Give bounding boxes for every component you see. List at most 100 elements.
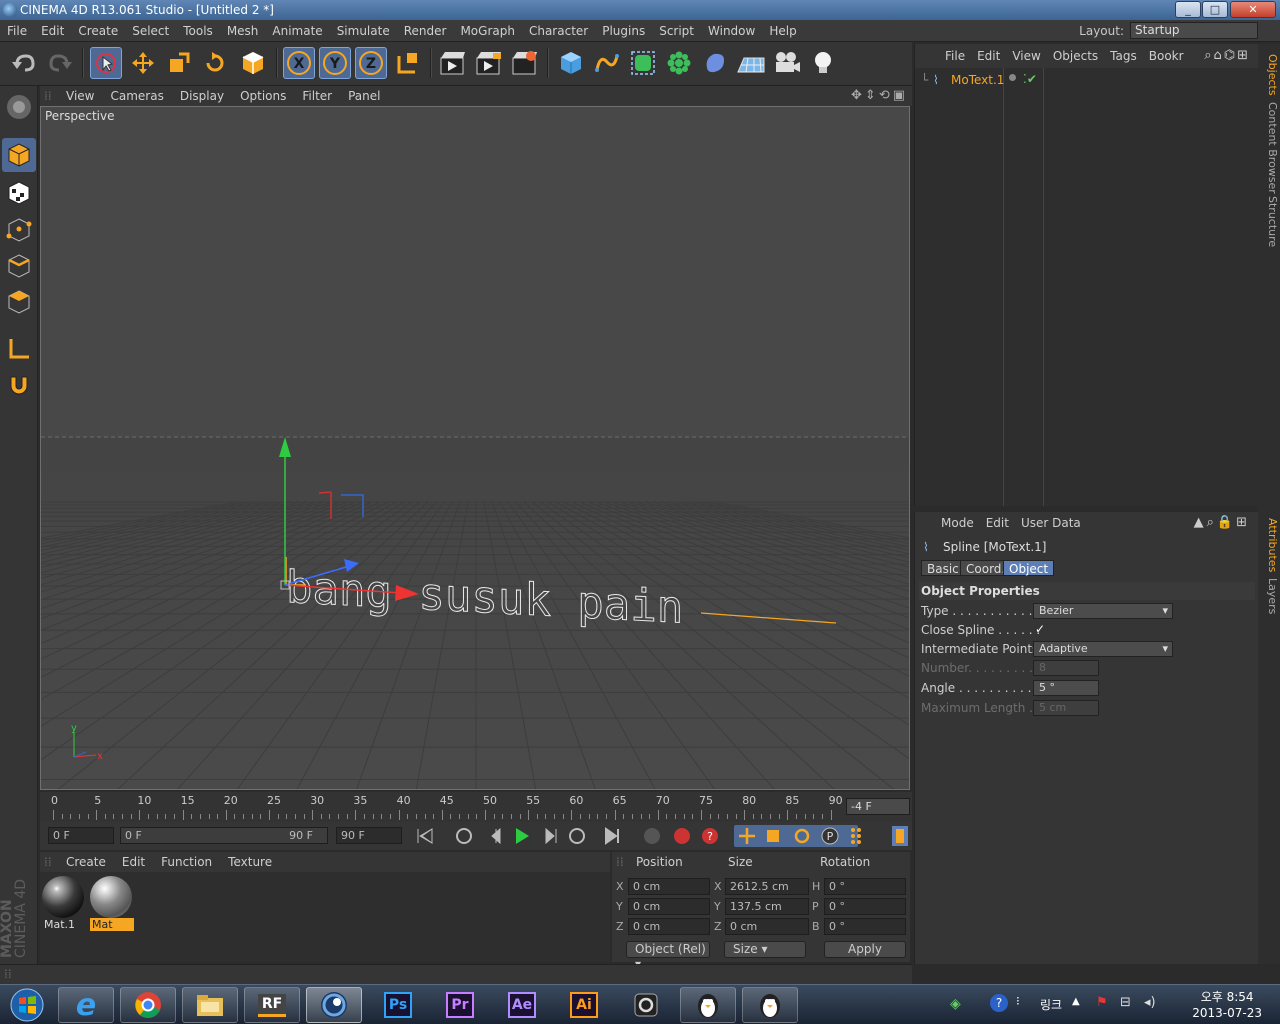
cinema4d-taskbar-icon[interactable] xyxy=(306,987,362,1023)
light-icon[interactable] xyxy=(807,47,839,79)
chrome-icon[interactable] xyxy=(120,987,176,1023)
realflow-icon[interactable]: RF xyxy=(244,987,300,1023)
polygons-mode-icon[interactable] xyxy=(2,285,36,319)
redo-icon[interactable] xyxy=(44,47,76,79)
move-icon[interactable] xyxy=(127,47,159,79)
workplane-axis-icon[interactable] xyxy=(2,332,36,366)
menu-select[interactable]: Select xyxy=(125,24,176,38)
side-tab-attributes[interactable]: Attributes xyxy=(1259,518,1279,572)
menu-render[interactable]: Render xyxy=(397,24,454,38)
system-clock[interactable]: 오후 8:54 2013-07-23 xyxy=(1192,989,1262,1021)
panel-grip-icon[interactable]: ⁞⁞ xyxy=(616,855,624,869)
network-status-icon[interactable]: ⊟ xyxy=(1120,995,1131,1010)
material-item[interactable]: Mat.1 xyxy=(42,876,86,932)
render-picture-viewer-icon[interactable] xyxy=(473,47,505,79)
menu-simulate[interactable]: Simulate xyxy=(330,24,397,38)
menu-edit[interactable]: Edit xyxy=(34,24,71,38)
maximize-button[interactable]: □ xyxy=(1202,1,1228,18)
coordinate-mode-dropdown[interactable]: Object (Rel) ▾ xyxy=(626,941,710,971)
network-tray-icon[interactable]: ◈ xyxy=(950,996,961,1012)
panel-grip-icon[interactable]: ⁞⁞ xyxy=(4,967,12,981)
end-frame-field[interactable]: 90 F xyxy=(336,827,402,844)
side-tab-objects[interactable]: Objects xyxy=(1259,54,1279,96)
camera-icon[interactable] xyxy=(771,47,803,79)
rotation-h-field[interactable]: 0 ° xyxy=(824,878,906,895)
position-z-field[interactable]: 0 cm xyxy=(628,918,710,935)
coordinate-system-icon[interactable] xyxy=(392,47,424,79)
internet-explorer-icon[interactable]: e xyxy=(58,987,114,1023)
mograph-cloner-icon[interactable] xyxy=(663,47,695,79)
panel-grip-icon[interactable]: ⁞⁞ xyxy=(40,89,58,103)
timeline-ruler[interactable]: 0 5 10 15 20 25 30 35 40 45 50 55 60 65 70 75 80 85 90 -4 … xyxy=(40,792,912,822)
language-indicator[interactable]: 링크 xyxy=(1040,996,1062,1013)
illustrator-icon[interactable]: Ai xyxy=(556,987,612,1023)
floor-environment-icon[interactable] xyxy=(735,47,767,79)
z-axis-lock-button[interactable]: Z xyxy=(355,47,387,79)
viewport-menu-filter[interactable]: Filter xyxy=(294,89,340,103)
objects-menu-objects[interactable]: Objects xyxy=(1047,49,1104,63)
spline-icon[interactable] xyxy=(591,47,623,79)
rotation-p-field[interactable]: 0 ° xyxy=(824,898,906,915)
render-view-icon[interactable] xyxy=(437,47,469,79)
help-tray-icon[interactable]: ? xyxy=(990,994,1008,1012)
tab-basic[interactable]: Basic xyxy=(921,560,965,576)
close-button[interactable]: ✕ xyxy=(1230,1,1276,18)
scale-icon[interactable] xyxy=(163,47,195,79)
texture-mode-icon[interactable] xyxy=(2,176,36,210)
menu-animate[interactable]: Animate xyxy=(265,24,329,38)
attributes-menu-user-data[interactable]: User Data xyxy=(1015,516,1087,530)
material-menu-function[interactable]: Function xyxy=(153,855,220,869)
snap-magnet-icon[interactable] xyxy=(2,368,36,402)
messenger-penguin-icon[interactable] xyxy=(680,987,736,1023)
menu-mograph[interactable]: MoGraph xyxy=(453,24,522,38)
x-axis-lock-button[interactable]: X xyxy=(283,47,315,79)
objects-menu-file[interactable]: File xyxy=(939,49,971,63)
flag-tray-icon[interactable]: ⚑ xyxy=(1096,995,1108,1010)
objects-menu-view[interactable]: View xyxy=(1006,49,1046,63)
type-dropdown[interactable]: Bezier ▾ xyxy=(1033,603,1173,619)
material-menu-edit[interactable]: Edit xyxy=(114,855,153,869)
position-y-field[interactable]: 0 cm xyxy=(628,898,710,915)
deformer-icon[interactable] xyxy=(699,47,731,79)
after-effects-icon[interactable]: Ae xyxy=(494,987,550,1023)
rotate-icon[interactable] xyxy=(199,47,231,79)
side-tab-structure[interactable]: Structure xyxy=(1259,196,1279,247)
apply-button[interactable]: Apply xyxy=(824,941,906,958)
premiere-icon[interactable]: Pr xyxy=(432,987,488,1023)
model-mode-icon[interactable] xyxy=(2,138,36,172)
file-explorer-icon[interactable] xyxy=(182,987,238,1023)
app-swirl-icon[interactable] xyxy=(618,987,674,1023)
tab-object[interactable]: Object xyxy=(1003,560,1055,576)
menu-file[interactable]: File xyxy=(0,24,34,38)
attributes-menu-edit[interactable]: Edit xyxy=(980,516,1015,530)
menu-mesh[interactable]: Mesh xyxy=(220,24,266,38)
menu-character[interactable]: Character xyxy=(522,24,595,38)
object-manager-tool-icons[interactable]: ⌕⌂⌬⊞ xyxy=(1204,48,1250,63)
object-row[interactable]: └ ⌇ MoText.1 ⁚✔ xyxy=(915,72,1259,90)
size-mode-dropdown[interactable]: Size ▾ xyxy=(724,941,806,958)
objects-menu-tags[interactable]: Tags xyxy=(1104,49,1143,63)
attributes-menu-mode[interactable]: Mode xyxy=(935,516,980,530)
viewport-menu-view[interactable]: View xyxy=(58,89,102,103)
y-axis-lock-button[interactable]: Y xyxy=(319,47,351,79)
ime-tray-icon[interactable]: ⁝ xyxy=(1016,994,1020,1008)
viewport-navigation-icons[interactable]: ✥⇕⟲▣ xyxy=(851,88,908,103)
make-editable-icon[interactable] xyxy=(2,90,36,124)
side-tab-content-browser[interactable]: Content Browser xyxy=(1259,102,1279,194)
layout-dropdown[interactable]: Startup xyxy=(1130,22,1258,39)
panel-grip-icon[interactable]: ⁞⁞ xyxy=(40,855,58,869)
points-mode-icon[interactable] xyxy=(2,213,36,247)
size-x-field[interactable]: 2612.5 cm xyxy=(725,878,809,895)
object-tool-icon[interactable] xyxy=(237,47,269,79)
visibility-dot-icon[interactable] xyxy=(1009,74,1016,81)
rotation-b-field[interactable]: 0 ° xyxy=(824,918,906,935)
enabled-check-icon[interactable]: ⁚✔ xyxy=(1023,72,1037,86)
start-button[interactable] xyxy=(2,987,52,1023)
angle-field[interactable]: 5 ° xyxy=(1033,680,1099,696)
perspective-viewport[interactable]: bang susuk pain y x Perspective xyxy=(40,106,910,790)
menu-script[interactable]: Script xyxy=(652,24,701,38)
undo-icon[interactable] xyxy=(8,47,40,79)
menu-tools[interactable]: Tools xyxy=(176,24,220,38)
close-spline-checkbox[interactable]: ✓ xyxy=(1033,622,1047,636)
cube-primitive-icon[interactable] xyxy=(555,47,587,79)
